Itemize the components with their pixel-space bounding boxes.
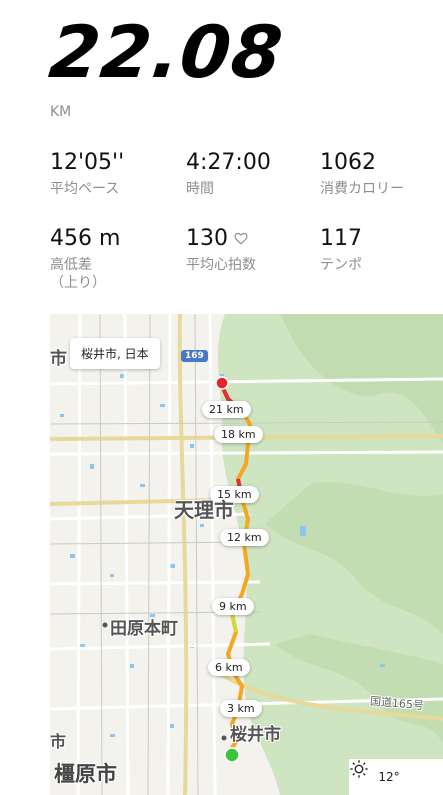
heart-rate-value: 130 (186, 226, 228, 251)
elevation-label: 高低差 （上り） (50, 257, 106, 291)
avg-pace-value: 12'05'' (50, 150, 125, 175)
route-marker-3km: 3 km (220, 700, 262, 717)
route-map[interactable]: 桜井市, 日本 169 21 km 18 km 15 km 12 km 9 km… (50, 314, 443, 795)
place-kashihara: 橿原市 (54, 762, 117, 786)
stat-time: 4:27:00 時間 (186, 152, 271, 199)
highway-169-badge: 169 (181, 350, 208, 362)
place-sakurai: 桜井市 (230, 725, 281, 745)
cadence-value: 117 (320, 226, 362, 251)
heart-rate-row: 130 (186, 228, 256, 250)
place-city-edge-top: 市 (50, 349, 67, 369)
stat-avg-pace: 12'05'' 平均ペース (50, 152, 124, 199)
time-label: 時間 (186, 181, 214, 197)
weather-badge: 12° (349, 759, 443, 795)
stat-cadence: 117 テンポ (320, 228, 362, 275)
heart-icon (234, 228, 248, 250)
route-marker-6km: 6 km (208, 659, 250, 676)
stat-heart-rate: 130 平均心拍数 (186, 228, 256, 275)
calories-label: 消費カロリー (320, 181, 404, 197)
heart-rate-label: 平均心拍数 (186, 257, 256, 273)
location-label[interactable]: 桜井市, 日本 (70, 338, 160, 369)
stat-calories: 1062 消費カロリー (320, 152, 404, 199)
place-city-edge-bottom: 市 (50, 732, 67, 751)
place-tenri: 天理市 (174, 498, 234, 522)
distance-value: 22.08 (45, 10, 288, 94)
temperature: 12° (378, 770, 400, 784)
route-marker-21km: 21 km (202, 401, 251, 418)
cadence-label: テンポ (320, 257, 362, 273)
end-marker (215, 376, 229, 390)
route-marker-12km: 12 km (220, 529, 269, 546)
avg-pace-label: 平均ペース (50, 181, 120, 197)
calories-value: 1062 (320, 150, 376, 175)
start-marker (224, 747, 240, 763)
route-marker-9km: 9 km (212, 598, 254, 615)
time-value: 4:27:00 (186, 150, 271, 175)
route-marker-18km: 18 km (214, 426, 263, 443)
distance-unit: KM (50, 104, 72, 120)
stat-elevation: 456 m 高低差 （上り） (50, 228, 120, 292)
elevation-value: 456 m (50, 226, 121, 251)
place-tawaramoto: 田原本町 (110, 619, 178, 639)
